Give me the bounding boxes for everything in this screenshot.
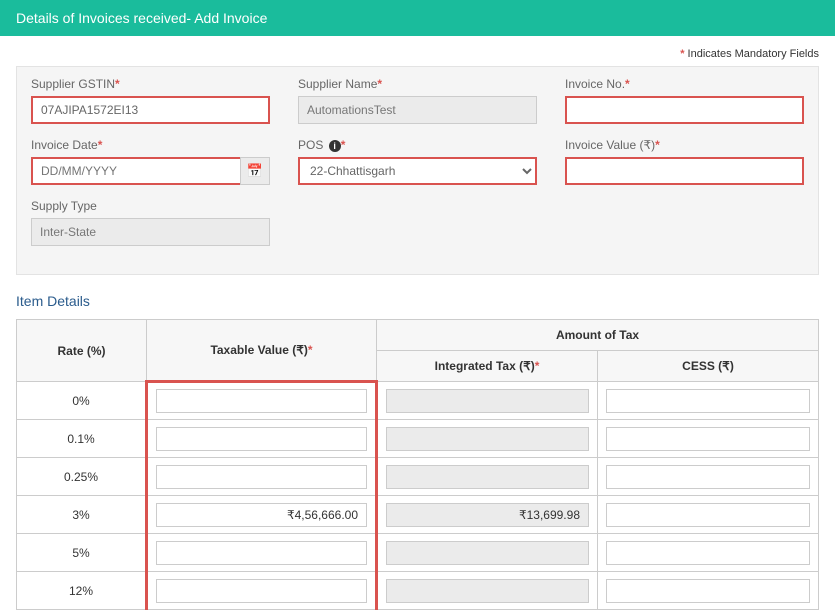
taxable-cell <box>147 572 377 610</box>
supplier-gstin-input[interactable] <box>31 96 270 124</box>
integrated-cell <box>377 382 598 420</box>
taxable-input[interactable] <box>156 389 367 413</box>
th-taxable: Taxable Value (₹)* <box>147 320 377 382</box>
calendar-button[interactable]: 📅 <box>240 157 270 185</box>
table-row: 3% <box>17 496 819 534</box>
pos-label: POS i* <box>298 138 537 152</box>
supply-type-input <box>31 218 270 246</box>
table-row: 0.1% <box>17 420 819 458</box>
rate-cell: 3% <box>17 496 147 534</box>
table-row: 0.25% <box>17 458 819 496</box>
table-row: 0% <box>17 382 819 420</box>
invoice-date-wrap: 📅 <box>31 157 270 185</box>
integrated-cell <box>377 572 598 610</box>
th-amount-of-tax: Amount of Tax <box>377 320 819 351</box>
integrated-input[interactable] <box>386 427 589 451</box>
th-rate: Rate (%) <box>17 320 147 382</box>
invoice-value-group: Invoice Value (₹)* <box>565 138 804 185</box>
integrated-cell <box>377 420 598 458</box>
cess-cell <box>598 382 819 420</box>
cess-cell <box>598 420 819 458</box>
integrated-input[interactable] <box>386 541 589 565</box>
cess-input[interactable] <box>606 503 810 527</box>
mandatory-text: Indicates Mandatory Fields <box>684 48 819 60</box>
invoice-date-input[interactable] <box>31 157 240 185</box>
integrated-input[interactable] <box>386 503 589 527</box>
rate-cell: 0.1% <box>17 420 147 458</box>
invoice-form-panel: Supplier GSTIN* Supplier Name* Invoice N… <box>16 66 819 275</box>
taxable-input[interactable] <box>156 541 367 565</box>
form-row-3: Supply Type <box>31 199 804 246</box>
info-icon: i <box>329 140 341 152</box>
supply-type-label: Supply Type <box>31 199 270 213</box>
supply-type-group: Supply Type <box>31 199 270 246</box>
cess-cell <box>598 534 819 572</box>
supplier-name-label: Supplier Name* <box>298 77 537 91</box>
invoice-no-group: Invoice No.* <box>565 77 804 124</box>
taxable-cell <box>147 382 377 420</box>
cess-input[interactable] <box>606 389 810 413</box>
integrated-cell <box>377 496 598 534</box>
taxable-cell <box>147 420 377 458</box>
cess-input[interactable] <box>606 465 810 489</box>
supplier-name-input <box>298 96 537 124</box>
spacer-1 <box>298 199 537 246</box>
content-area: * Indicates Mandatory Fields Supplier GS… <box>0 36 835 610</box>
invoice-value-input[interactable] <box>565 157 804 185</box>
th-cess: CESS (₹) <box>598 351 819 382</box>
spacer-2 <box>565 199 804 246</box>
page-header: Details of Invoices received- Add Invoic… <box>0 0 835 36</box>
invoice-no-input[interactable] <box>565 96 804 124</box>
rate-cell: 0.25% <box>17 458 147 496</box>
supplier-name-group: Supplier Name* <box>298 77 537 124</box>
integrated-input[interactable] <box>386 465 589 489</box>
invoice-date-label: Invoice Date* <box>31 138 270 152</box>
integrated-input[interactable] <box>386 579 589 603</box>
rate-cell: 0% <box>17 382 147 420</box>
taxable-input[interactable] <box>156 427 367 451</box>
cess-input[interactable] <box>606 427 810 451</box>
form-row-2: Invoice Date* 📅 POS i* 22-Chhattisgarh I… <box>31 138 804 185</box>
supplier-gstin-group: Supplier GSTIN* <box>31 77 270 124</box>
taxable-input[interactable] <box>156 579 367 603</box>
integrated-cell <box>377 458 598 496</box>
taxable-input[interactable] <box>156 465 367 489</box>
item-details-table: Rate (%) Taxable Value (₹)* Amount of Ta… <box>16 319 819 610</box>
taxable-cell <box>147 534 377 572</box>
pos-select[interactable]: 22-Chhattisgarh <box>298 157 537 185</box>
item-details-title: Item Details <box>16 293 819 309</box>
rate-cell: 12% <box>17 572 147 610</box>
mandatory-note: * Indicates Mandatory Fields <box>16 48 819 60</box>
th-integrated: Integrated Tax (₹)* <box>377 351 598 382</box>
page-title: Details of Invoices received- Add Invoic… <box>16 10 267 26</box>
calendar-icon: 📅 <box>247 163 263 179</box>
integrated-cell <box>377 534 598 572</box>
invoice-value-label: Invoice Value (₹)* <box>565 138 804 152</box>
taxable-cell <box>147 458 377 496</box>
form-row-1: Supplier GSTIN* Supplier Name* Invoice N… <box>31 77 804 124</box>
table-header-row-1: Rate (%) Taxable Value (₹)* Amount of Ta… <box>17 320 819 351</box>
invoice-no-label: Invoice No.* <box>565 77 804 91</box>
cess-cell <box>598 496 819 534</box>
pos-group: POS i* 22-Chhattisgarh <box>298 138 537 185</box>
cess-cell <box>598 572 819 610</box>
table-row: 5% <box>17 534 819 572</box>
cess-cell <box>598 458 819 496</box>
cess-input[interactable] <box>606 541 810 565</box>
invoice-date-group: Invoice Date* 📅 <box>31 138 270 185</box>
table-row: 12% <box>17 572 819 610</box>
integrated-input[interactable] <box>386 389 589 413</box>
supplier-gstin-label: Supplier GSTIN* <box>31 77 270 91</box>
cess-input[interactable] <box>606 579 810 603</box>
taxable-cell <box>147 496 377 534</box>
taxable-input[interactable] <box>156 503 367 527</box>
rate-cell: 5% <box>17 534 147 572</box>
